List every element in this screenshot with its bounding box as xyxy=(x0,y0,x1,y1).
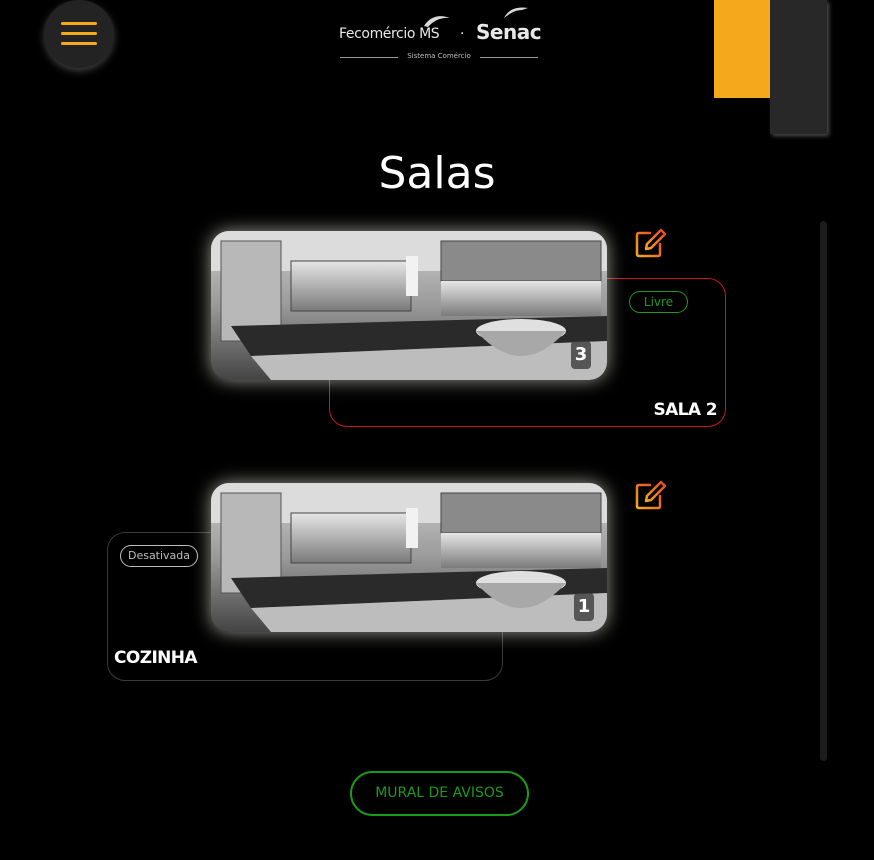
menu-button[interactable] xyxy=(44,0,114,68)
edit-room-button[interactable] xyxy=(634,227,668,259)
edit-room-button[interactable] xyxy=(634,479,668,511)
hamburger-menu-icon xyxy=(61,22,97,45)
logo-tagline: Sistema Comércio xyxy=(407,52,471,60)
logo-senac-text: Senac xyxy=(476,20,542,44)
mural-de-avisos-button[interactable]: MURAL DE AVISOS xyxy=(350,771,529,816)
vertical-scrollbar[interactable] xyxy=(820,221,827,761)
fecomercio-senac-logo: Fecomércio MS · Senac Sistema Comércio xyxy=(338,4,542,62)
status-badge: Livre xyxy=(629,291,688,313)
edit-pencil-icon xyxy=(635,480,667,510)
edit-pencil-icon xyxy=(635,228,667,258)
status-badge: Desativada xyxy=(120,545,198,567)
room-image[interactable] xyxy=(211,483,607,632)
capacity-count: 3 xyxy=(571,341,591,369)
capacity-count: 1 xyxy=(574,593,594,621)
decorative-dark-block xyxy=(770,0,827,134)
logo-fecomercio-text: Fecomércio MS xyxy=(339,26,440,42)
decorative-yellow-block xyxy=(714,0,771,98)
room-image[interactable] xyxy=(211,231,607,380)
logo-separator: · xyxy=(460,26,465,42)
page-title: Salas xyxy=(378,148,496,199)
room-name: SALA 2 xyxy=(653,400,717,420)
room-name: COZINHA xyxy=(114,648,198,668)
senac-bird-icon xyxy=(504,7,528,18)
